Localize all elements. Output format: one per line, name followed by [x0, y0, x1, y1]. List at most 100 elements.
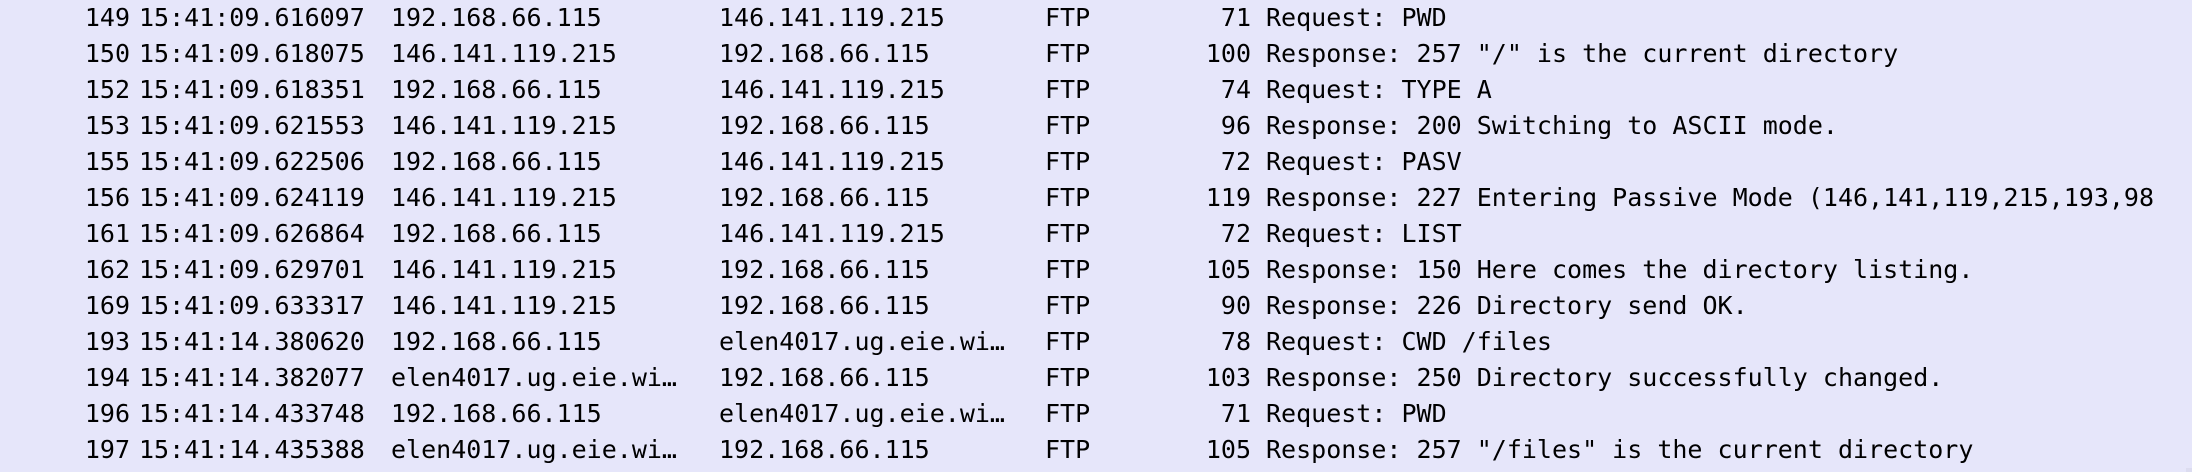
packet-protocol: FTP	[1045, 183, 1091, 212]
packet-row[interactable]: 193 15:41:14.380620 192.168.66.115 elen4017…	[0, 324, 2192, 360]
packet-destination: 192.168.66.115	[719, 111, 930, 140]
packet-time: 15:41:14.382077	[139, 363, 365, 392]
packet-time: 15:41:14.435388	[139, 435, 365, 464]
packet-destination: 192.168.66.115	[719, 435, 930, 464]
packet-length: 119	[1205, 183, 1251, 212]
packet-info: Response: 200 Switching to ASCII mode.	[1266, 111, 1838, 140]
packet-protocol: FTP	[1045, 3, 1091, 32]
packet-info: Request: LIST	[1266, 219, 1462, 248]
packet-row[interactable]: 194 15:41:14.382077 elen4017.ug.eie.wi… 192…	[0, 360, 2192, 396]
packet-number: 149	[84, 3, 130, 32]
packet-destination: 146.141.119.215	[719, 219, 945, 248]
packet-protocol: FTP	[1045, 255, 1091, 284]
packet-number: 162	[84, 255, 130, 284]
packet-info: Response: 250 Directory successfully cha…	[1266, 363, 1944, 392]
packet-length: 74	[1220, 75, 1251, 104]
packet-destination: 192.168.66.115	[719, 39, 930, 68]
packet-info: Request: CWD /files	[1266, 327, 1552, 356]
packet-info: Response: 150 Here comes the directory l…	[1266, 255, 1974, 284]
packet-destination: 192.168.66.115	[719, 255, 930, 284]
packet-time: 15:41:09.633317	[139, 291, 365, 320]
packet-source: 146.141.119.215	[391, 111, 617, 140]
packet-row[interactable]: 196 15:41:14.433748 192.168.66.115 elen4017…	[0, 396, 2192, 432]
packet-time: 15:41:09.622506	[139, 147, 365, 176]
packet-row[interactable]: 156 15:41:09.624119 146.141.119.215 192.168…	[0, 180, 2192, 216]
packet-row[interactable]: 152 15:41:09.618351 192.168.66.115 146.141.…	[0, 72, 2192, 108]
packet-number: 196	[84, 399, 130, 428]
packet-number: 155	[84, 147, 130, 176]
packet-protocol: FTP	[1045, 39, 1091, 68]
packet-length: 90	[1220, 291, 1251, 320]
packet-time: 15:41:09.618075	[139, 39, 365, 68]
packet-row[interactable]: 155 15:41:09.622506 192.168.66.115 146.141.…	[0, 144, 2192, 180]
packet-info: Response: 257 "/" is the current directo…	[1266, 39, 1899, 68]
packet-protocol: FTP	[1045, 363, 1091, 392]
packet-number: 152	[84, 75, 130, 104]
packet-destination: elen4017.ug.eie.wi…	[719, 327, 1005, 356]
packet-source: 146.141.119.215	[391, 183, 617, 212]
packet-time: 15:41:09.618351	[139, 75, 365, 104]
packet-destination: 192.168.66.115	[719, 183, 930, 212]
packet-row[interactable]: 161 15:41:09.626864 192.168.66.115 146.141.…	[0, 216, 2192, 252]
packet-info: Request: PASV	[1266, 147, 1462, 176]
packet-number: 156	[84, 183, 130, 212]
packet-source: 192.168.66.115	[391, 147, 602, 176]
packet-row[interactable]: 197 15:41:14.435388 elen4017.ug.eie.wi… 192…	[0, 432, 2192, 468]
packet-time: 15:41:09.616097	[139, 3, 365, 32]
packet-destination: elen4017.ug.eie.wi…	[719, 399, 1005, 428]
packet-number: 153	[84, 111, 130, 140]
packet-info: Response: 226 Directory send OK.	[1266, 291, 1748, 320]
packet-time: 15:41:09.629701	[139, 255, 365, 284]
packet-length: 78	[1220, 327, 1251, 356]
packet-source: 146.141.119.215	[391, 291, 617, 320]
packet-length: 105	[1205, 435, 1251, 464]
packet-length: 72	[1220, 147, 1251, 176]
packet-length: 71	[1220, 399, 1251, 428]
packet-number: 194	[84, 363, 130, 392]
packet-length: 71	[1220, 3, 1251, 32]
packet-length: 100	[1205, 39, 1251, 68]
packet-row[interactable]: 149 15:41:09.616097 192.168.66.115 146.141.…	[0, 0, 2192, 36]
packet-time: 15:41:09.624119	[139, 183, 365, 212]
packet-info: Request: TYPE A	[1266, 75, 1492, 104]
packet-length: 105	[1205, 255, 1251, 284]
packet-time: 15:41:09.621553	[139, 111, 365, 140]
packet-source: 192.168.66.115	[391, 399, 602, 428]
packet-destination: 192.168.66.115	[719, 363, 930, 392]
packet-protocol: FTP	[1045, 291, 1091, 320]
packet-protocol: FTP	[1045, 75, 1091, 104]
packet-time: 15:41:14.380620	[139, 327, 365, 356]
packet-row[interactable]: 153 15:41:09.621553 146.141.119.215 192.168…	[0, 108, 2192, 144]
packet-info: Response: 257 "/files" is the current di…	[1266, 435, 1974, 464]
packet-row[interactable]: 150 15:41:09.618075 146.141.119.215 192.168…	[0, 36, 2192, 72]
packet-protocol: FTP	[1045, 111, 1091, 140]
packet-time: 15:41:14.433748	[139, 399, 365, 428]
packet-length: 72	[1220, 219, 1251, 248]
packet-source: elen4017.ug.eie.wi…	[391, 435, 677, 464]
packet-number: 161	[84, 219, 130, 248]
packet-list: 149 15:41:09.616097 192.168.66.115 146.141.…	[0, 0, 2192, 472]
packet-destination: 146.141.119.215	[719, 75, 945, 104]
packet-number: 150	[84, 39, 130, 68]
packet-source: 192.168.66.115	[391, 75, 602, 104]
packet-source: 146.141.119.215	[391, 39, 617, 68]
packet-info: Response: 227 Entering Passive Mode (146…	[1266, 183, 2155, 212]
packet-source: elen4017.ug.eie.wi…	[391, 363, 677, 392]
packet-number: 193	[84, 327, 130, 356]
packet-length: 103	[1205, 363, 1251, 392]
packet-source: 146.141.119.215	[391, 255, 617, 284]
packet-protocol: FTP	[1045, 327, 1091, 356]
packet-info: Request: PWD	[1266, 3, 1447, 32]
packet-row[interactable]: 162 15:41:09.629701 146.141.119.215 192.168…	[0, 252, 2192, 288]
packet-destination: 146.141.119.215	[719, 3, 945, 32]
packet-row[interactable]: 169 15:41:09.633317 146.141.119.215 192.168…	[0, 288, 2192, 324]
packet-protocol: FTP	[1045, 147, 1091, 176]
packet-time: 15:41:09.626864	[139, 219, 365, 248]
packet-protocol: FTP	[1045, 399, 1091, 428]
packet-info: Request: PWD	[1266, 399, 1447, 428]
packet-source: 192.168.66.115	[391, 3, 602, 32]
packet-destination: 146.141.119.215	[719, 147, 945, 176]
packet-source: 192.168.66.115	[391, 327, 602, 356]
packet-number: 197	[84, 435, 130, 464]
packet-destination: 192.168.66.115	[719, 291, 930, 320]
